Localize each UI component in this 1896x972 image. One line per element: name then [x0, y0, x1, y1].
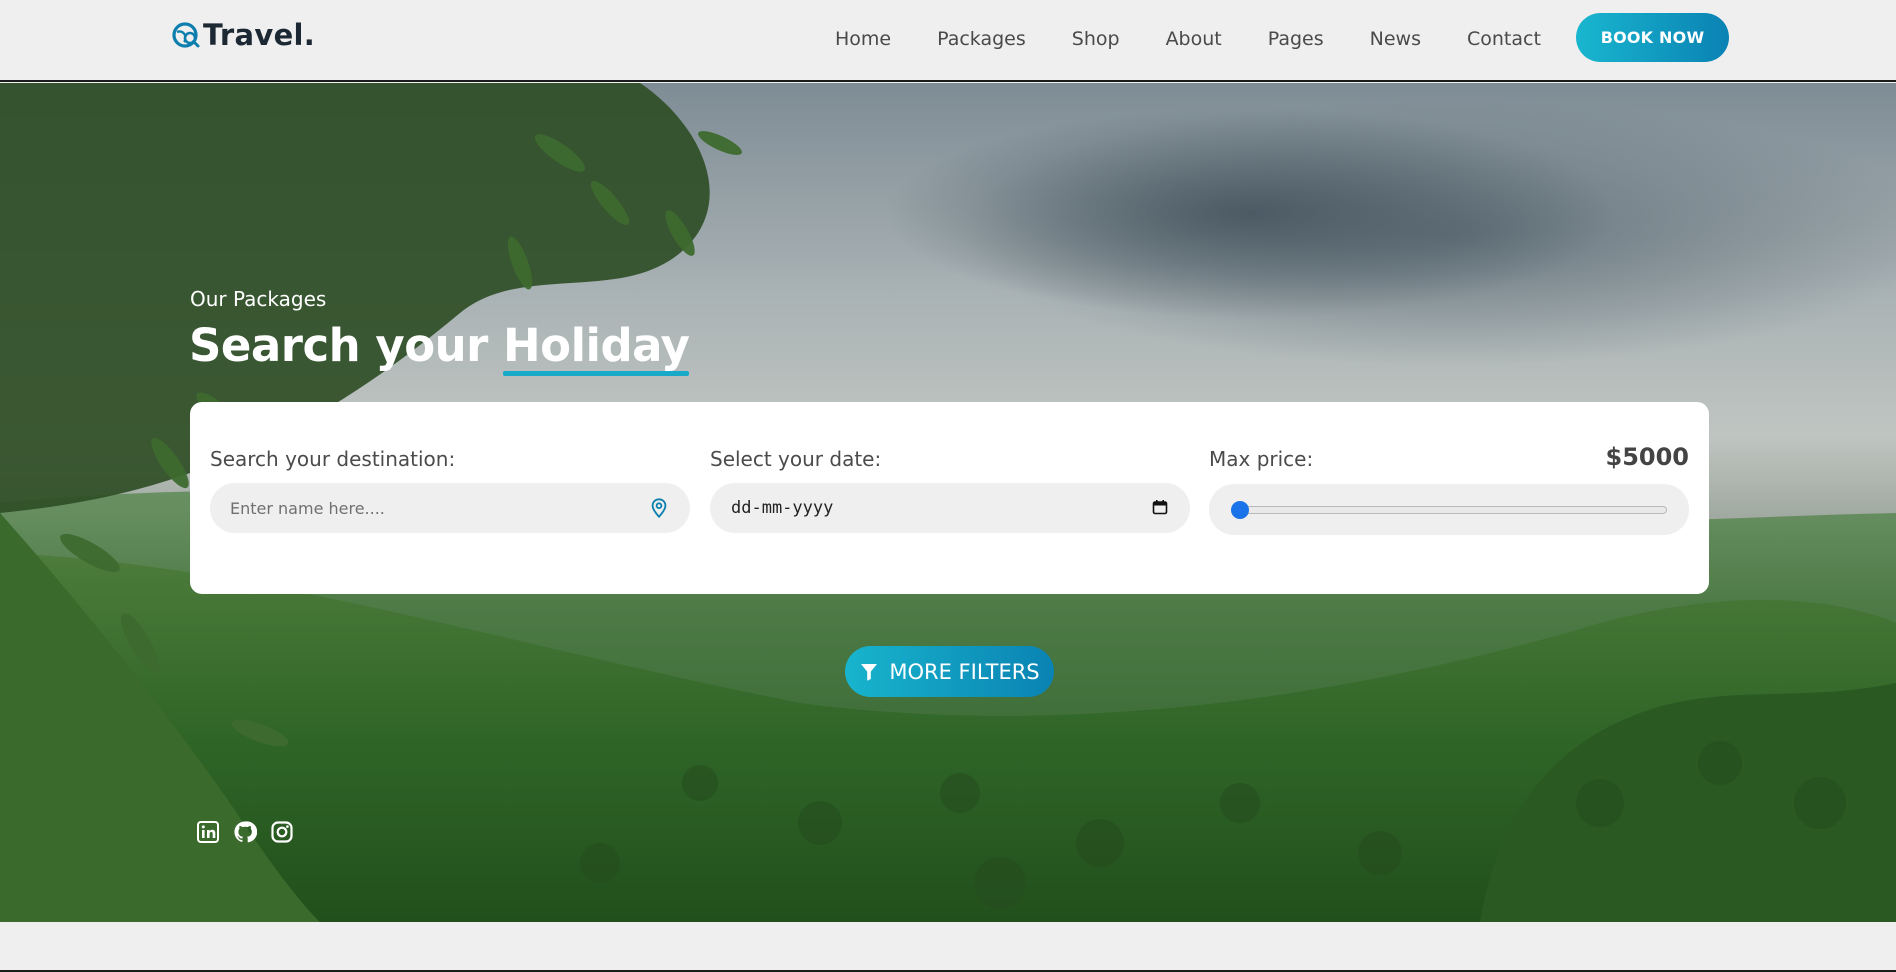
price-slider-thumb[interactable] [1231, 501, 1249, 519]
nav-shop[interactable]: Shop [1072, 28, 1120, 50]
nav-home[interactable]: Home [835, 28, 891, 50]
hero-subtitle: Our Packages [190, 287, 327, 311]
site-logo[interactable]: Travel. [171, 18, 315, 52]
globe-search-icon [171, 20, 201, 50]
social-links [196, 820, 307, 844]
destination-field [210, 483, 690, 533]
more-filters-label: MORE FILTERS [889, 659, 1040, 684]
nav-contact[interactable]: Contact [1467, 28, 1541, 50]
site-header: Travel. Home Packages Shop About Pages N… [0, 0, 1896, 82]
nav-news[interactable]: News [1370, 28, 1421, 50]
search-card: Search your destination: Select your dat… [190, 402, 1709, 594]
nav-packages[interactable]: Packages [937, 28, 1026, 50]
max-price-label: Max price: [1209, 447, 1314, 471]
hero-title: Search your Holiday [189, 319, 690, 376]
hero-title-start: Search your [189, 319, 504, 372]
hero-title-accent: Holiday [503, 319, 690, 376]
main-nav: Home Packages Shop About Pages News Cont… [812, 0, 1564, 78]
date-input-value[interactable]: dd-mm-yyyy [731, 498, 833, 518]
nav-pages[interactable]: Pages [1268, 28, 1324, 50]
price-slider-track[interactable] [1231, 506, 1667, 514]
instagram-icon[interactable] [270, 820, 294, 844]
price-range-field [1209, 484, 1689, 535]
destination-label: Search your destination: [210, 447, 456, 471]
date-label: Select your date: [710, 447, 882, 471]
linkedin-icon[interactable] [196, 820, 220, 844]
book-now-button[interactable]: BOOK NOW [1576, 13, 1729, 62]
brand-name: Travel. [203, 18, 316, 52]
max-price-value: $5000 [1605, 443, 1690, 471]
calendar-icon[interactable] [1152, 499, 1168, 515]
filter-icon [861, 663, 878, 681]
more-filters-button[interactable]: MORE FILTERS [845, 646, 1054, 697]
nav-about[interactable]: About [1166, 28, 1222, 50]
date-field[interactable]: dd-mm-yyyy [710, 483, 1190, 533]
github-icon[interactable] [233, 820, 257, 844]
location-pin-icon[interactable] [648, 497, 670, 519]
destination-input[interactable] [230, 483, 630, 533]
page-bottom-strip [0, 922, 1896, 972]
